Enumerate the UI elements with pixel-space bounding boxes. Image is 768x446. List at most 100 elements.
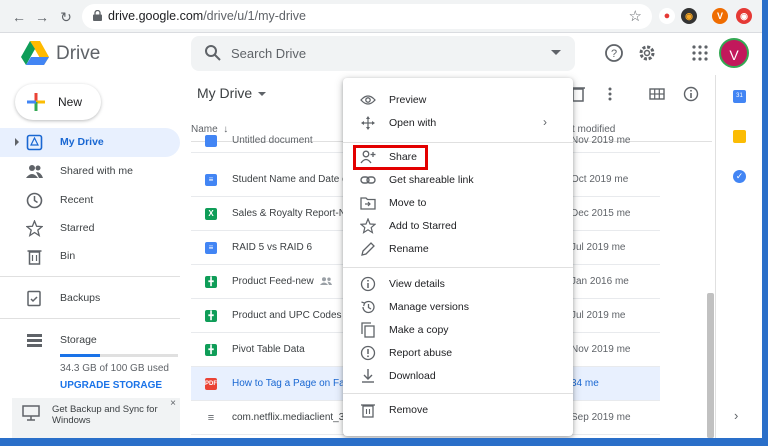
drive-header: Drive Search Drive ? V (0, 33, 762, 75)
sidebar-item-label: Shared with me (60, 165, 133, 177)
sidebar-item-label: My Drive (60, 136, 104, 148)
sidebar-item-starred[interactable]: Starred (0, 214, 180, 243)
expand-arrow-icon[interactable] (15, 138, 19, 146)
link-icon (360, 176, 376, 184)
star-icon (26, 220, 43, 237)
sidebar-item-my-drive[interactable]: My Drive (0, 128, 180, 157)
menu-item-make-copy[interactable]: Make a copy (343, 319, 573, 342)
calendar-icon[interactable]: 31 (733, 90, 746, 103)
storage-usage-text: 34.3 GB of 100 GB used (60, 363, 169, 374)
file-modified: Dec 2015 me (571, 208, 631, 219)
forward-icon[interactable]: → (33, 8, 51, 26)
extension-icon-2[interactable]: ◉ (681, 8, 697, 24)
menu-item-label: Add to Starred (389, 220, 457, 232)
search-bar[interactable]: Search Drive (191, 36, 575, 71)
svg-text:?: ? (611, 48, 617, 60)
search-options-icon[interactable] (551, 50, 561, 55)
more-vert-icon[interactable] (602, 86, 618, 102)
menu-item-label: Report abuse (389, 347, 453, 359)
menu-item-label: Download (389, 370, 436, 382)
sheet-file-icon: ╋ (205, 344, 217, 356)
menu-item-add-starred[interactable]: Add to Starred (343, 215, 573, 238)
file-name-with-shared: Product Feed-new (232, 276, 332, 287)
info-icon[interactable] (683, 86, 699, 102)
sidebar-divider (0, 276, 180, 277)
menu-item-label: Manage versions (389, 301, 469, 313)
file-modified: Jul 2019 me (571, 310, 626, 321)
menu-divider (343, 142, 573, 143)
apps-grid-icon[interactable] (690, 43, 710, 63)
sheet-file-icon: ╋ (205, 310, 217, 322)
trash-icon (27, 250, 42, 265)
settings-gear-icon[interactable] (637, 43, 657, 63)
url-text: drive.google.com/drive/u/1/my-drive (108, 9, 306, 23)
file-name: com.netflix.mediaclient_3. (232, 412, 348, 423)
file-modified: Oct 2019 me (571, 174, 629, 185)
menu-item-move-to[interactable]: Move to (343, 192, 573, 215)
menu-item-remove[interactable]: Remove (343, 399, 573, 422)
extension-icon-3[interactable]: ◉ (736, 8, 752, 24)
file-modified: Nov 2019 me (571, 344, 631, 355)
my-drive-icon (26, 134, 43, 151)
reload-icon[interactable]: ↻ (57, 8, 75, 26)
share-highlight-box (353, 145, 428, 170)
trash-icon (361, 404, 375, 418)
menu-item-label: Preview (389, 94, 427, 106)
file-name: RAID 5 vs RAID 6 (232, 242, 313, 253)
sidebar-item-bin[interactable]: Bin (0, 242, 180, 271)
file-name: Product and UPC Codes (232, 310, 342, 321)
help-icon[interactable]: ? (604, 43, 624, 63)
tasks-icon[interactable]: ✓ (733, 170, 746, 183)
menu-item-manage-versions[interactable]: Manage versions (343, 296, 573, 319)
bookmark-star-icon[interactable]: ☆ (629, 7, 642, 25)
file-name: Pivot Table Data (232, 344, 305, 355)
doc-file-icon (205, 135, 217, 147)
sheet-file-icon: ╋ (205, 276, 217, 288)
search-icon[interactable] (204, 44, 222, 62)
sidebar-item-shared-with-me[interactable]: Shared with me (0, 157, 180, 186)
menu-item-view-details[interactable]: View details (343, 273, 573, 296)
sidebar-item-storage[interactable]: Storage (0, 326, 180, 355)
file-modified: Nov 2019 me (571, 135, 631, 146)
menu-item-label: Remove (389, 404, 429, 416)
expand-panel-icon[interactable]: › (734, 408, 738, 423)
backup-sync-banner[interactable]: Get Backup and Sync for Windows × (12, 398, 180, 438)
menu-item-rename[interactable]: Rename (343, 238, 573, 261)
storage-usage-fill (60, 354, 101, 357)
computer-icon (22, 405, 40, 421)
menu-item-report-abuse[interactable]: Report abuse (343, 342, 573, 365)
account-avatar[interactable]: V (719, 38, 749, 68)
pencil-icon (361, 242, 375, 256)
upgrade-storage-link[interactable]: UPGRADE STORAGE (60, 380, 162, 391)
sidebar-divider (0, 318, 180, 319)
menu-item-open-with[interactable]: Open with › (343, 112, 573, 135)
extension-icon-1[interactable]: ● (659, 8, 675, 24)
address-bar[interactable]: drive.google.com/drive/u/1/my-drive ☆ (82, 4, 652, 29)
brand-name[interactable]: Drive (56, 43, 100, 65)
url-domain: drive.google.com (108, 9, 204, 23)
close-icon[interactable]: × (170, 398, 176, 409)
scrollbar-thumb[interactable] (707, 293, 714, 438)
search-input[interactable]: Search Drive (231, 46, 306, 61)
menu-item-preview[interactable]: Preview (343, 89, 573, 112)
new-button[interactable]: New (15, 84, 101, 120)
side-panel: 31 ✓ › (715, 75, 762, 438)
copy-icon (361, 322, 375, 338)
lock-icon (93, 10, 102, 21)
profile-extension-icon[interactable]: V (712, 8, 728, 24)
file-modified: Jan 2016 me (571, 276, 629, 287)
context-menu: Preview Open with › Share Get shareable … (343, 78, 573, 436)
sidebar-item-backups[interactable]: Backups (0, 284, 180, 313)
back-icon[interactable]: ← (10, 8, 28, 26)
menu-item-download[interactable]: Download (343, 365, 573, 388)
sidebar-item-recent[interactable]: Recent (0, 186, 180, 215)
drive-logo-icon[interactable] (21, 41, 49, 65)
url-path: /drive/u/1/my-drive (203, 9, 307, 23)
file-modified: 34 me (571, 378, 599, 389)
keep-icon[interactable] (733, 130, 746, 143)
grid-view-icon[interactable] (649, 86, 665, 102)
my-drive-title-dropdown[interactable]: My Drive (197, 85, 267, 101)
doc-file-icon: ≡ (205, 174, 217, 186)
menu-item-get-link[interactable]: Get shareable link (343, 169, 573, 192)
file-modified: Jul 2019 me (571, 242, 626, 253)
